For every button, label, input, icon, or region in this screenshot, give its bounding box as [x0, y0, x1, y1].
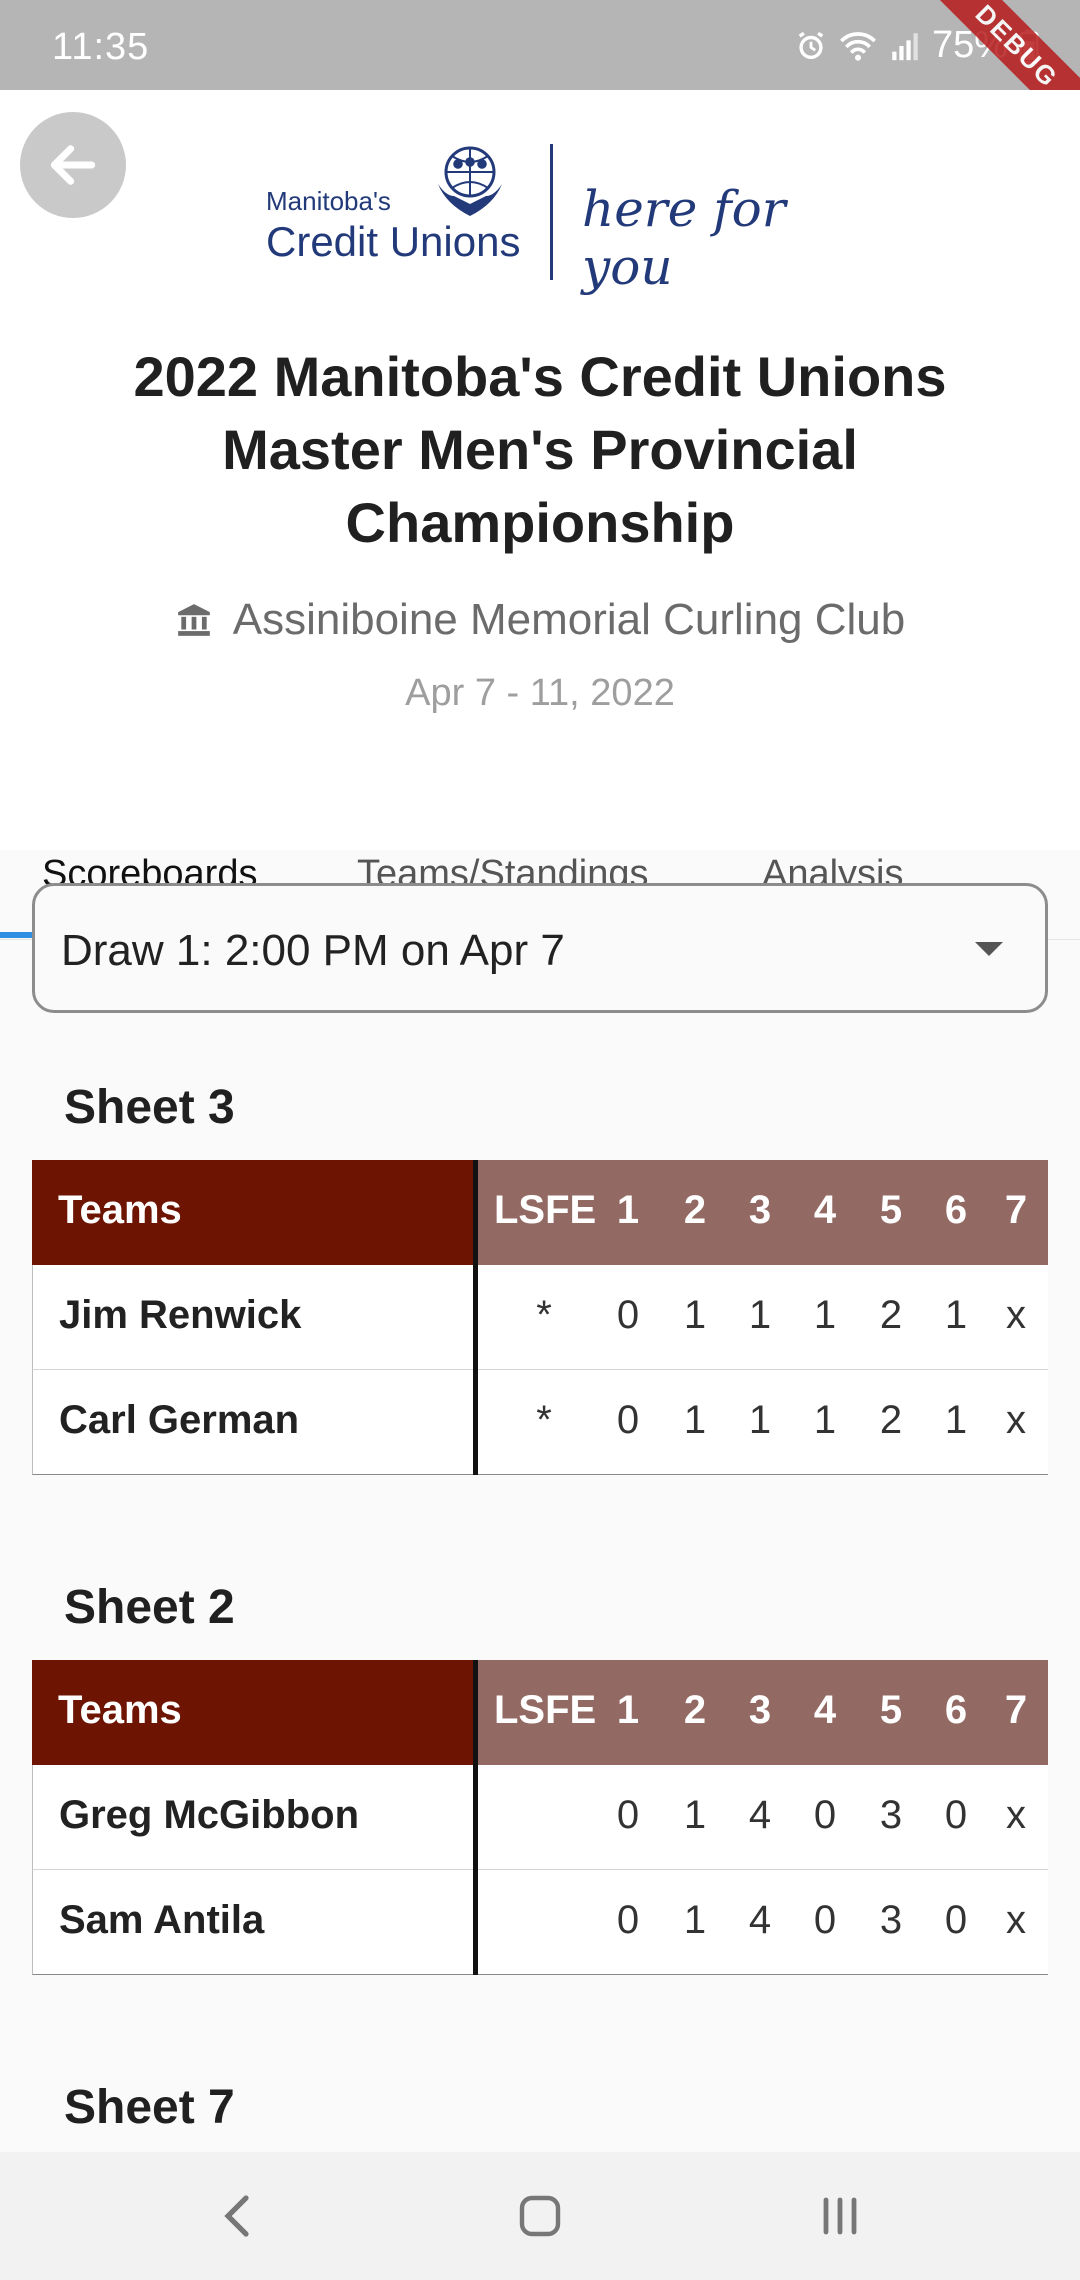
end-score-cell: 1 [683, 1898, 707, 1942]
end-score-cell: 0 [944, 1898, 968, 1942]
end-score-cell: 0 [616, 1898, 640, 1942]
nav-back-button[interactable] [218, 2192, 254, 2245]
end-column-header: 1 [616, 1188, 640, 1232]
end-score-cell: x [1006, 1898, 1026, 1942]
end-score-cell: 0 [616, 1398, 640, 1442]
end-score-cell: 1 [683, 1793, 707, 1837]
logo-org-small: Manitoba's [266, 186, 391, 216]
end-column-header: 7 [1004, 1688, 1028, 1732]
end-column-header: 5 [879, 1188, 903, 1232]
arrow-left-icon [50, 145, 96, 185]
end-column-header: LSFE [494, 1688, 597, 1732]
sheet-title: Sheet 7 [64, 2081, 235, 2134]
end-column-header: 1 [616, 1688, 640, 1732]
scoreboard: Teams LSFE 1 2 3 4 5 6 7 Jim Renwick * 0 1 1 1 2 1 x Carl … [32, 1160, 1048, 1475]
end-column-header: 3 [748, 1188, 772, 1232]
sponsor-logo: Manitoba's Credit Unions here for you [260, 140, 820, 296]
nav-recents-button[interactable] [818, 2192, 862, 2245]
scoreboard: Teams LSFE 1 2 3 4 5 6 7 Greg McGibbon 0 1 4 0 3 0 x Sam … [32, 1660, 1048, 1975]
end-column-header: 4 [813, 1688, 837, 1732]
score-row: 014030x [478, 1765, 1048, 1870]
end-score-cell: 0 [813, 1898, 837, 1942]
end-score-cell: 1 [683, 1398, 707, 1442]
teams-column-header: Teams [32, 1660, 475, 1765]
end-score-cell: 4 [748, 1793, 772, 1837]
end-score-cell: 1 [813, 1398, 837, 1442]
draw-select-value: Draw 1: 2:00 PM on Apr 7 [61, 926, 565, 975]
end-score-cell: 1 [748, 1293, 772, 1337]
score-row: * 0 1 1 1 2 1 x [478, 1265, 1048, 1370]
system-nav-bar [0, 2152, 1080, 2280]
end-score-cell: 3 [879, 1793, 903, 1837]
status-bar: 11:35 75% DEBUG [0, 0, 1080, 150]
end-score-cell: 3 [879, 1898, 903, 1942]
end-column-header: 3 [748, 1688, 772, 1732]
event-title: 2022 Manitoba's Credit Unions Master Men… [133, 345, 947, 554]
lsfe-cell: * [536, 1293, 552, 1337]
end-column-header: 2 [683, 1188, 707, 1232]
home-square-icon [519, 2195, 561, 2237]
back-button[interactable] [20, 112, 126, 218]
wifi-icon [838, 29, 878, 63]
status-time: 11:35 [52, 26, 150, 68]
end-column-header: LSFE [494, 1188, 597, 1232]
chevron-left-icon [224, 2195, 249, 2237]
logo-divider [550, 144, 553, 280]
column-divider [473, 1160, 478, 1475]
lsfe-cell: * [536, 1398, 552, 1442]
end-score-cell: 2 [879, 1398, 903, 1442]
alarm-icon [794, 29, 828, 63]
end-score-cell: x [1006, 1293, 1026, 1337]
team-name[interactable]: Jim Renwick [32, 1265, 475, 1370]
ends-header-row: LSFE 1 2 3 4 5 6 7 [478, 1660, 1048, 1765]
event-dates: Apr 7 - 11, 2022 [405, 672, 675, 714]
end-score-cell: 2 [879, 1293, 903, 1337]
draw-select[interactable]: Draw 1: 2:00 PM on Apr 7 [32, 883, 1048, 1013]
end-score-cell: 0 [813, 1793, 837, 1837]
team-name[interactable]: Greg McGibbon [32, 1765, 475, 1870]
venue-row: Assiniboine Memorial Curling Club [0, 595, 1080, 645]
teams-column-header: Teams [32, 1160, 475, 1265]
end-column-header: 6 [944, 1688, 968, 1732]
signal-icon [888, 29, 922, 63]
end-score-cell: x [1006, 1398, 1026, 1442]
end-column-header: 5 [879, 1688, 903, 1732]
dropdown-arrow-icon [975, 942, 1003, 956]
end-score-cell: 1 [944, 1398, 968, 1442]
bank-building-icon [177, 604, 210, 636]
nav-home-button[interactable] [516, 2192, 564, 2245]
end-column-header: 6 [944, 1188, 968, 1232]
team-name[interactable]: Carl German [32, 1370, 475, 1475]
end-score-cell: 0 [616, 1293, 640, 1337]
event-header: Manitoba's Credit Unions here for you 20… [0, 90, 1080, 940]
column-divider [473, 1660, 478, 1975]
team-name[interactable]: Sam Antila [32, 1870, 475, 1975]
venue-name: Assiniboine Memorial Curling Club [232, 595, 906, 644]
sheet-title: Sheet 3 [64, 1081, 235, 1134]
sheet-title: Sheet 2 [64, 1581, 235, 1634]
credit-union-emblem-icon [438, 146, 502, 216]
end-score-cell: 1 [944, 1293, 968, 1337]
end-column-header: 2 [683, 1688, 707, 1732]
end-column-header: 4 [813, 1188, 837, 1232]
score-row: 014030x [478, 1870, 1048, 1975]
end-column-header: 7 [1004, 1188, 1028, 1232]
end-score-cell: x [1006, 1793, 1026, 1837]
score-row: * 0 1 1 1 2 1 x [478, 1370, 1048, 1475]
end-score-cell: 1 [813, 1293, 837, 1337]
logo-tagline: here for you [582, 180, 786, 296]
end-score-cell: 4 [748, 1898, 772, 1942]
end-score-cell: 0 [944, 1793, 968, 1837]
end-score-cell: 1 [748, 1398, 772, 1442]
logo-org-big: Credit Unions [266, 218, 521, 265]
end-score-cell: 0 [616, 1793, 640, 1837]
recents-icon [823, 2197, 857, 2235]
ends-header-row: LSFE 1 2 3 4 5 6 7 [478, 1160, 1048, 1265]
end-score-cell: 1 [683, 1293, 707, 1337]
